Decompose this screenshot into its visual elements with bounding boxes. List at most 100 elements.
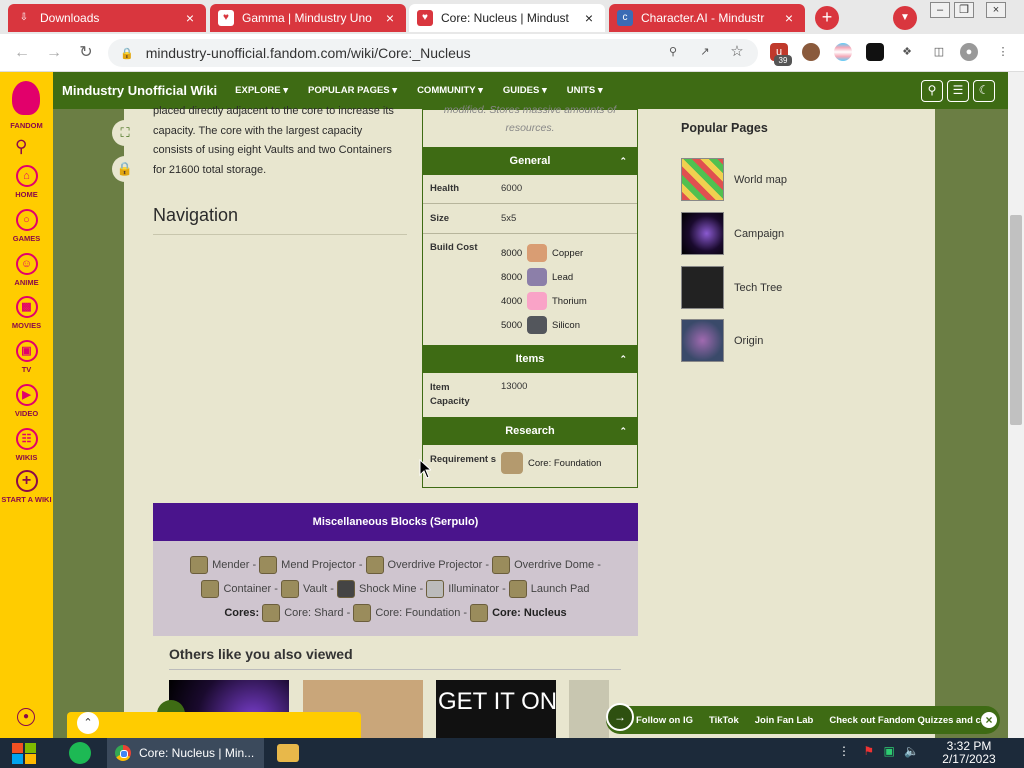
cost-copper: 8000 Copper [501, 243, 583, 263]
profile-icon[interactable]: ● [960, 43, 978, 61]
taskbar-chrome-window[interactable]: Core: Nucleus | Min... [107, 738, 264, 768]
restore-button[interactable]: ❐ [954, 2, 974, 18]
navbox-link[interactable]: Illuminator [448, 583, 499, 595]
infobox-description: modified. Stores massive amounts of reso… [443, 104, 617, 134]
popular-item-campaign[interactable]: Campaign [681, 212, 901, 255]
address-bar[interactable]: 🔒 mindustry-unofficial.fandom.com/wiki/C… [108, 39, 758, 67]
infobox: modified. Stores massive amounts of reso… [422, 104, 638, 488]
navbox-link[interactable]: Overdrive Projector [388, 559, 483, 571]
close-icon[interactable]: × [182, 10, 198, 26]
browser-menu-icon[interactable]: ⋮ [994, 43, 1012, 61]
fullscreen-icon[interactable]: ⛶ [112, 120, 138, 146]
recommended-thumbnail[interactable] [569, 680, 609, 738]
navbox-link[interactable]: Mender [212, 559, 249, 571]
rail-item-anime[interactable]: ☺ ANIME [0, 253, 53, 287]
tab-core-nucleus[interactable]: ♥ Core: Nucleus | Mindust × [409, 4, 605, 32]
popular-item-origin[interactable]: Origin [681, 319, 901, 362]
fandom-logo-icon[interactable] [12, 81, 40, 115]
quizzes-link[interactable]: Check out Fandom Quizzes and cha [829, 715, 992, 726]
tray-overflow-icon[interactable]: ⋮ [838, 744, 850, 758]
collapse-icon[interactable]: ⌃ [619, 345, 627, 373]
new-tab-button[interactable]: + [815, 6, 839, 30]
follow-ig-link[interactable]: Follow on IG [636, 715, 693, 726]
close-icon[interactable]: × [382, 10, 398, 26]
navbox-link[interactable]: Overdrive Dome [514, 559, 594, 571]
flag-icon[interactable]: ⚑ [863, 744, 874, 758]
user-account-icon[interactable]: ● [17, 708, 35, 726]
bookmark-star-icon[interactable]: ☆ [728, 43, 746, 61]
tab-gamma[interactable]: ♥ Gamma | Mindustry Uno × [210, 4, 406, 32]
rail-item-home[interactable]: ⌂ HOME [0, 165, 53, 199]
close-icon[interactable]: × [981, 712, 997, 728]
zoom-icon[interactable]: ⚲ [664, 43, 682, 61]
nav-community[interactable]: COMMUNITY [417, 85, 483, 96]
search-icon[interactable]: ⚲ [921, 80, 943, 102]
popular-item-tech-tree[interactable]: Tech Tree [681, 266, 901, 309]
fandom-label: FANDOM [10, 121, 43, 130]
navbox-link[interactable]: Vault [303, 583, 327, 595]
requirement-label: Requirement s [430, 454, 496, 465]
taskbar-clock[interactable]: 3:32 PM 2/17/2023 [940, 740, 998, 766]
navbox-link[interactable]: Core: Shard [284, 607, 343, 619]
nav-explore[interactable]: EXPLORE [235, 85, 288, 96]
reload-icon[interactable]: ↻ [76, 43, 96, 63]
dark-mode-icon[interactable]: ☾ [973, 80, 995, 102]
lock-icon[interactable]: 🔒 [112, 156, 138, 182]
close-window-button[interactable]: × [986, 2, 1006, 18]
file-explorer-icon[interactable] [277, 744, 299, 762]
scrollbar-thumb[interactable] [1010, 215, 1022, 425]
rail-item-movies[interactable]: ▩ MOVIES [0, 296, 53, 330]
tv-icon: ▣ [15, 340, 38, 362]
rail-item-start-a-wiki[interactable]: + START A WIKI [0, 470, 53, 504]
close-icon[interactable]: × [581, 10, 597, 26]
tab-character-ai[interactable]: c Character.AI - Mindustr × [609, 4, 805, 32]
extension-avatar-icon[interactable] [802, 43, 820, 61]
rail-item-wikis[interactable]: ☷ WIKIS [0, 428, 53, 462]
tab-search-button[interactable]: ▼ [893, 6, 917, 30]
minimize-button[interactable]: – [930, 2, 950, 18]
collapse-icon[interactable]: ⌃ [619, 417, 627, 445]
navbox-link[interactable]: Container [223, 583, 271, 595]
collapse-icon[interactable]: ⌃ [619, 147, 627, 175]
navbox-link[interactable]: Shock Mine [359, 583, 416, 595]
extension-flag-icon[interactable] [834, 43, 852, 61]
side-panel-icon[interactable]: ◫ [930, 43, 948, 61]
network-icon[interactable]: ▣ [883, 744, 894, 758]
nav-popular-pages[interactable]: POPULAR PAGES [308, 85, 397, 96]
recommended-thumbnail[interactable]: GET IT ON [436, 680, 556, 738]
rail-item-video[interactable]: ▶ VIDEO [0, 384, 53, 418]
share-icon[interactable]: ↗ [696, 43, 714, 61]
arrow-right-icon[interactable]: → [606, 703, 634, 731]
windows-start-icon[interactable] [8, 741, 44, 765]
search-icon[interactable]: ⚲ [15, 137, 27, 157]
chrome-icon [115, 745, 131, 761]
spotify-icon[interactable] [69, 742, 91, 764]
right-rail [668, 109, 935, 738]
requirement-core-foundation[interactable]: Core: Foundation [501, 452, 601, 474]
navbox-link[interactable]: Launch Pad [531, 583, 590, 595]
chevron-up-icon[interactable]: ⌃ [77, 712, 99, 734]
popular-item-world-map[interactable]: World map [681, 158, 901, 201]
navbox-link[interactable]: Mend Projector [281, 559, 356, 571]
rail-item-games[interactable]: ○ GAMES [0, 209, 53, 243]
forward-icon[interactable]: → [44, 43, 64, 63]
tab-downloads[interactable]: ⇩ Downloads × [8, 4, 206, 32]
rail-item-tv[interactable]: ▣ TV [0, 340, 53, 374]
fan-lab-link[interactable]: Join Fan Lab [755, 715, 814, 726]
nav-units[interactable]: UNITS [567, 85, 603, 96]
infobox-section-general[interactable]: General ⌃ [423, 147, 637, 175]
extensions-puzzle-icon[interactable]: ❖ [898, 43, 916, 61]
wiki-title[interactable]: Mindustry Unofficial Wiki [62, 83, 217, 98]
close-icon[interactable]: × [781, 10, 797, 26]
nav-guides[interactable]: GUIDES [503, 85, 547, 96]
back-icon[interactable]: ← [12, 43, 32, 63]
volume-icon[interactable]: 🔈 [904, 744, 919, 758]
extension-mask-icon[interactable] [866, 43, 884, 61]
plus-icon: + [15, 470, 38, 492]
navbox-link[interactable]: Core: Foundation [375, 607, 460, 619]
tiktok-link[interactable]: TikTok [709, 715, 739, 726]
discussions-icon[interactable]: ☰ [947, 80, 969, 102]
infobox-section-research[interactable]: Research ⌃ [423, 417, 637, 445]
infobox-section-items[interactable]: Items ⌃ [423, 345, 637, 373]
navbox-title[interactable]: Miscellaneous Blocks (Serpulo) [153, 503, 638, 541]
